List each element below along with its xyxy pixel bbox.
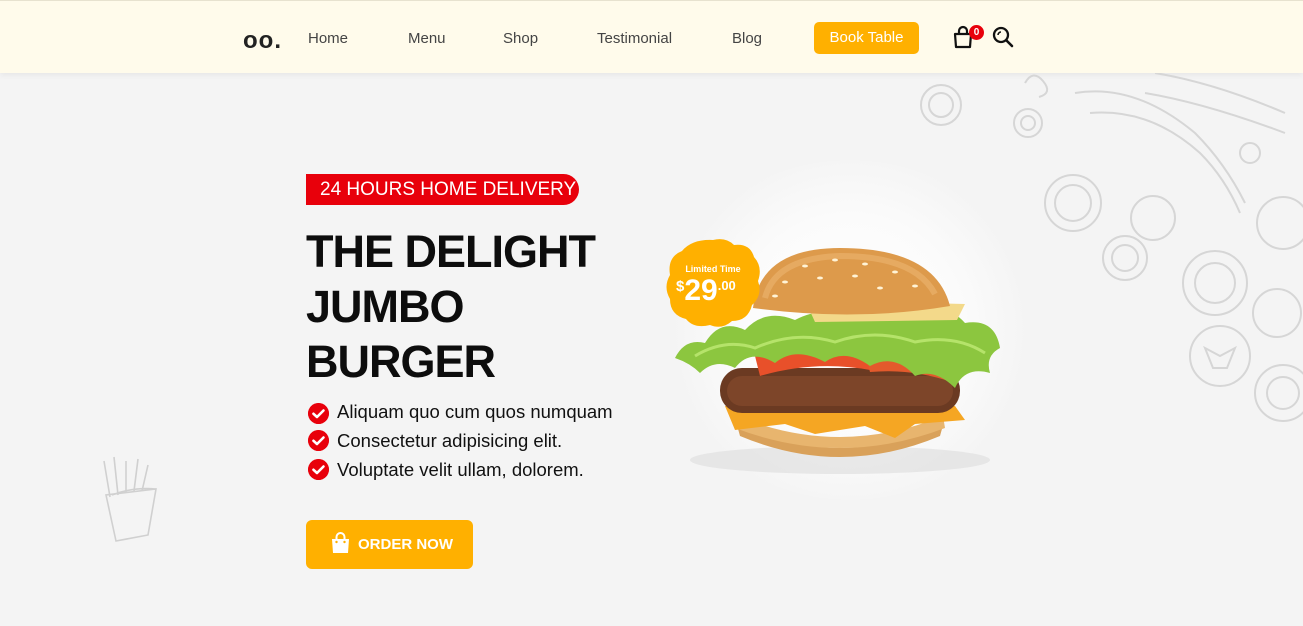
hero-title-line: THE DELIGHT [306, 226, 596, 277]
feature-item: Voluptate velit ullam, dolorem. [306, 458, 636, 481]
check-icon [308, 403, 329, 424]
feature-text: Voluptate velit ullam, dolorem. [337, 459, 584, 480]
feature-text: Aliquam quo cum quos numquam [337, 401, 613, 422]
check-icon [308, 430, 329, 451]
nav-shop[interactable]: Shop [503, 30, 538, 47]
book-table-button[interactable]: Book Table [814, 22, 919, 54]
feature-list: Aliquam quo cum quos numquam Consectetur… [306, 400, 636, 487]
hero-title-line: JUMBO [306, 281, 465, 332]
limited-time-label: Limited Time [685, 264, 741, 274]
price-cents: .00 [717, 278, 736, 293]
site-header: oo. Home Menu Shop Testimonial Blog Book… [0, 0, 1303, 73]
nav-home[interactable]: Home [308, 30, 348, 47]
check-icon [308, 459, 329, 480]
shopping-bag-icon [332, 532, 349, 553]
hero-title-line: BURGER [306, 336, 496, 387]
search-icon[interactable] [991, 25, 1015, 49]
feature-item: Aliquam quo cum quos numquam [306, 400, 636, 424]
nav-menu[interactable]: Menu [408, 30, 446, 47]
fries-doodle-illustration [103, 456, 157, 542]
nav-testimonial[interactable]: Testimonial [597, 30, 672, 47]
feature-text: Consectetur adipisicing elit. [337, 430, 563, 451]
delivery-badge: 24 HOURS HOME DELIVERY [306, 174, 579, 205]
feature-item: Consectetur adipisicing elit. [306, 429, 636, 452]
price-label: $29.00 [676, 274, 736, 308]
cart-count-badge: 0 [969, 25, 984, 40]
hero-title: THE DELIGHT JUMBO BURGER [306, 224, 636, 389]
price-currency: $ [676, 278, 685, 295]
nav-blog[interactable]: Blog [732, 30, 762, 47]
logo[interactable]: oo. [243, 27, 282, 55]
price-amount: 29 [684, 274, 718, 307]
